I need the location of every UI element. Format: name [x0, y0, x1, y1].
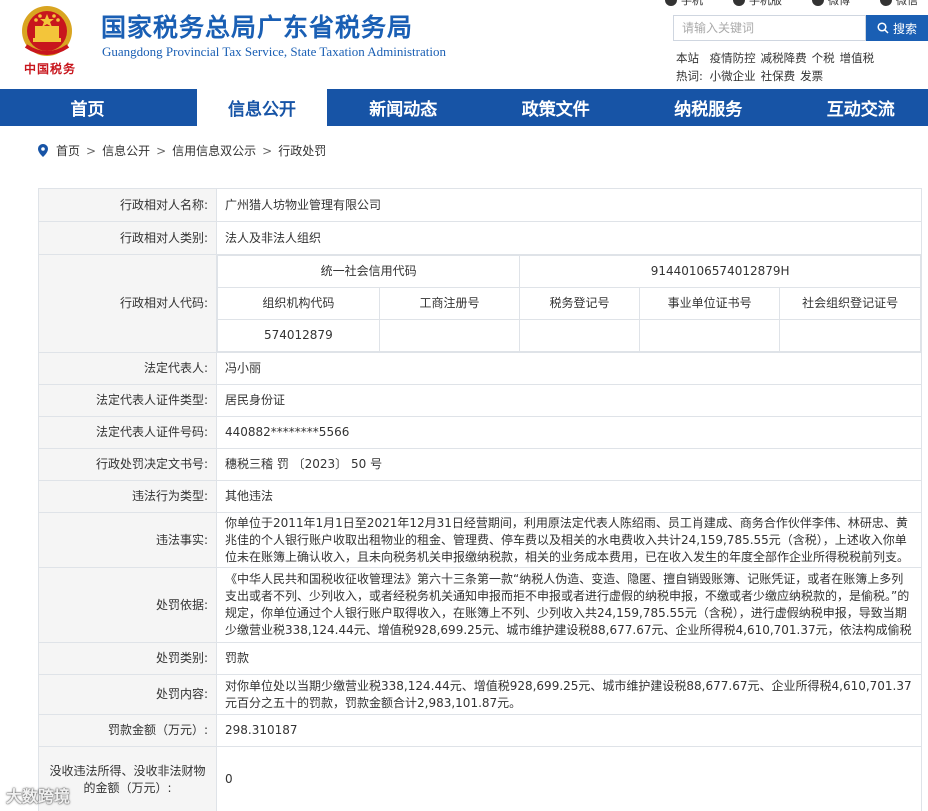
- inst-cert-value: [638, 319, 781, 352]
- field-label: 行政相对人名称:: [38, 188, 217, 222]
- code-subtable: 统一社会信用代码 91440106574012879H 组织机构代码 工商注册号…: [216, 255, 921, 352]
- site-title[interactable]: 国家税务总局广东省税务局: [101, 8, 413, 44]
- top-link-mobile-version[interactable]: 手机版: [733, 0, 782, 8]
- main-nav: 首页 信息公开 新闻动态 政策文件 纳税服务 互动交流: [0, 89, 928, 126]
- row-penalty-type: 处罚类别: 罚款: [38, 642, 922, 675]
- penalty-detail-table: 行政相对人名称: 广州猎人坊物业管理有限公司 行政相对人类别: 法人及非法人组织…: [38, 188, 922, 811]
- id-number: 440882********5566: [216, 416, 922, 449]
- nav-policy[interactable]: 政策文件: [480, 89, 633, 126]
- row-type: 行政相对人类别: 法人及非法人组织: [38, 221, 922, 255]
- field-label: 行政相对人类别:: [38, 221, 217, 255]
- violation-type: 其他违法: [216, 480, 922, 513]
- field-label: 违法行为类型:: [38, 480, 217, 513]
- uscc-label: 统一社会信用代码: [216, 255, 521, 288]
- logo-signature: 中国税务: [24, 62, 77, 76]
- row-codes: 行政相对人代码: 统一社会信用代码 91440106574012879H 组织机…: [38, 254, 922, 353]
- row-violation-type: 违法行为类型: 其他违法: [38, 480, 922, 513]
- field-label: 违法事实:: [38, 512, 217, 568]
- site-header: 中国税务 国家税务总局广东省税务局 Guangdong Provincial T…: [0, 0, 928, 89]
- tax-reg-label: 税务登记号: [519, 287, 640, 320]
- nav-home[interactable]: 首页: [0, 89, 175, 126]
- row-doc-no: 行政处罚决定文书号: 穗税三稽 罚 〔2023〕 50 号: [38, 448, 922, 481]
- hot-word[interactable]: 小微企业: [710, 69, 756, 83]
- biz-reg-label: 工商注册号: [378, 287, 521, 320]
- org-code-value: 574012879: [217, 319, 380, 352]
- party-name: 广州猎人坊物业管理有限公司: [216, 188, 922, 222]
- field-label: 处罚依据:: [38, 567, 217, 643]
- row-legal-rep: 法定代表人: 冯小丽: [38, 352, 922, 385]
- search-icon: [877, 22, 889, 34]
- id-type: 居民身份证: [216, 384, 922, 417]
- search-input[interactable]: [673, 15, 866, 41]
- top-link-weibo[interactable]: 微博: [812, 0, 850, 8]
- confiscate-amount: 0: [216, 746, 922, 811]
- top-link-mobile[interactable]: 手机: [665, 0, 703, 8]
- breadcrumb-separator: >: [86, 143, 97, 158]
- row-id-type: 法定代表人证件类型: 居民身份证: [38, 384, 922, 417]
- field-label: 法定代表人:: [38, 352, 217, 385]
- penalty-type: 罚款: [216, 642, 922, 675]
- watermark: 大数跨境: [6, 787, 71, 806]
- nav-info-disclosure[interactable]: 信息公开: [197, 89, 327, 126]
- field-label: 法定代表人证件号码:: [38, 416, 217, 449]
- row-facts: 违法事实: 你单位于2011年1月1日至2021年12月31日经营期间，利用原法…: [38, 512, 922, 568]
- national-emblem-icon[interactable]: [16, 4, 78, 62]
- field-label: 处罚内容:: [38, 674, 217, 715]
- field-label: 行政相对人代码:: [38, 254, 217, 353]
- breadcrumb-penalty[interactable]: 行政处罚: [278, 142, 326, 159]
- search-button[interactable]: 搜索: [866, 15, 928, 41]
- row-penalty-content: 处罚内容: 对你单位处以当期少缴营业税338,124.44元、增值税928,69…: [38, 674, 922, 715]
- social-org-label: 社会组织登记证号: [779, 287, 921, 320]
- hot-word[interactable]: 疫情防控: [710, 51, 756, 65]
- decision-doc-number: 穗税三稽 罚 〔2023〕 50 号: [216, 448, 922, 481]
- fine-amount: 298.310187: [216, 714, 922, 747]
- mobile-icon: [665, 0, 677, 6]
- violation-facts: 你单位于2011年1月1日至2021年12月31日经营期间，利用原法定代表人陈绍…: [216, 512, 922, 568]
- row-id-no: 法定代表人证件号码: 440882********5566: [38, 416, 922, 449]
- hot-word[interactable]: 减税降费: [761, 51, 807, 65]
- field-label: 处罚类别:: [38, 642, 217, 675]
- row-basis: 处罚依据: 《中华人民共和国税收征收管理法》第六十三条第一款“纳税人伪造、变造、…: [38, 567, 922, 643]
- nav-tax-service[interactable]: 纳税服务: [632, 89, 785, 126]
- penalty-basis: 《中华人民共和国税收征收管理法》第六十三条第一款“纳税人伪造、变造、隐匿、擅自销…: [216, 567, 922, 643]
- hot-words-label: 本站热词:: [676, 51, 703, 83]
- search-button-label: 搜索: [892, 21, 917, 36]
- hot-word[interactable]: 增值税: [840, 51, 875, 65]
- wechat-icon: [880, 0, 892, 6]
- location-pin-icon: [38, 144, 48, 157]
- field-label: 罚款金额（万元）:: [38, 714, 217, 747]
- top-link-wechat[interactable]: 微信: [880, 0, 918, 8]
- social-org-value: [779, 319, 921, 352]
- hot-word[interactable]: 个税: [812, 51, 835, 65]
- breadcrumb-info[interactable]: 信息公开: [102, 142, 150, 159]
- breadcrumb-credit[interactable]: 信用信息双公示: [172, 142, 256, 159]
- breadcrumb-home[interactable]: 首页: [56, 142, 80, 159]
- nav-interaction[interactable]: 互动交流: [785, 89, 928, 126]
- tax-reg-value: [519, 319, 640, 352]
- legal-rep: 冯小丽: [216, 352, 922, 385]
- breadcrumb-separator: >: [262, 143, 273, 158]
- field-label: 行政处罚决定文书号:: [38, 448, 217, 481]
- row-confiscate: 没收违法所得、没收非法财物的金额（万元）: 0: [38, 746, 922, 811]
- row-name: 行政相对人名称: 广州猎人坊物业管理有限公司: [38, 188, 922, 222]
- party-type: 法人及非法人组织: [216, 221, 922, 255]
- hot-word[interactable]: 社保费: [761, 69, 796, 83]
- nav-news[interactable]: 新闻动态: [327, 89, 480, 126]
- site-title-en: Guangdong Provincial Tax Service, State …: [102, 44, 446, 59]
- hot-words: 本站热词: 疫情防控 减税降费 个税 增值税 小微企业 社保费 发票: [676, 49, 920, 85]
- penalty-content: 对你单位处以当期少缴营业税338,124.44元、增值税928,699.25元、…: [216, 674, 922, 715]
- weibo-icon: [812, 0, 824, 6]
- hot-word[interactable]: 发票: [800, 69, 823, 83]
- field-label: 法定代表人证件类型:: [38, 384, 217, 417]
- top-links: 手机 手机版 微博 微信: [665, 0, 918, 8]
- breadcrumb: 首页 > 信息公开 > 信用信息双公示 > 行政处罚: [38, 142, 326, 159]
- biz-reg-value: [378, 319, 521, 352]
- breadcrumb-separator: >: [156, 143, 167, 158]
- inst-cert-label: 事业单位证书号: [638, 287, 781, 320]
- row-fine: 罚款金额（万元）: 298.310187: [38, 714, 922, 747]
- uscc-value: 91440106574012879H: [519, 255, 921, 288]
- page: { "header":{ "title_cn":"国家税务总局广东省税务局", …: [0, 0, 928, 811]
- org-code-label: 组织机构代码: [217, 287, 380, 320]
- mobile-version-icon: [733, 0, 745, 6]
